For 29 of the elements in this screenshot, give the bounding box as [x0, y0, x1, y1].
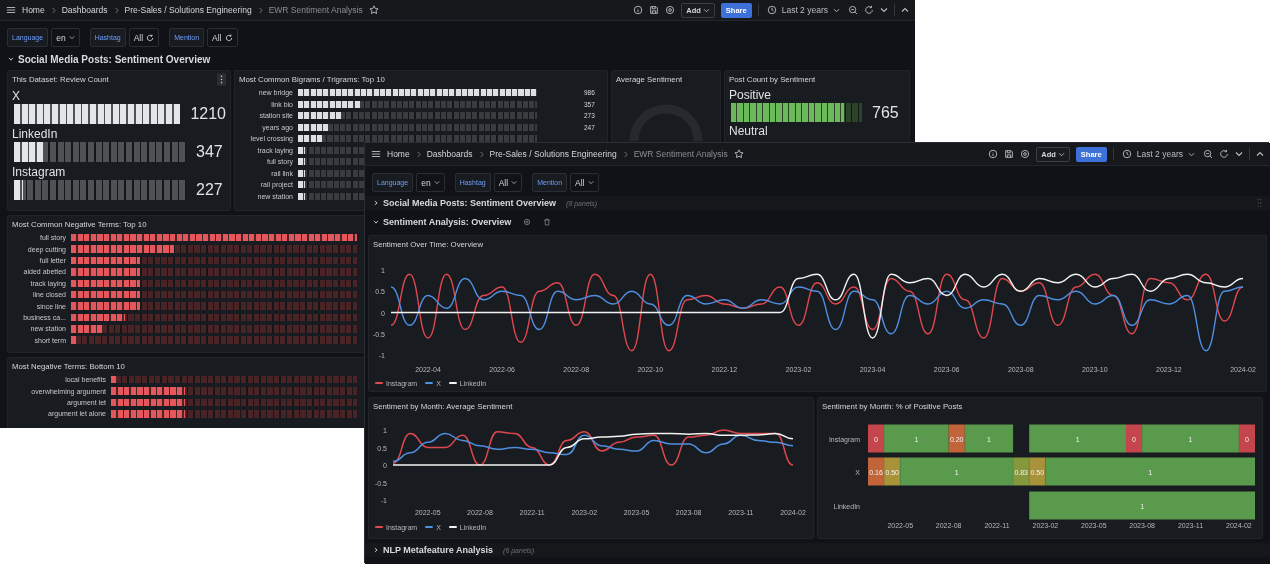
post-count: 765 [872, 103, 899, 122]
row-title[interactable]: Social Media Posts: Sentiment Overview [18, 53, 211, 65]
variable-dropdown[interactable]: All [493, 173, 523, 192]
row-title[interactable]: Sentiment Analysis: Overview [383, 217, 512, 227]
source-name: Instagram [12, 165, 67, 179]
breadcrumb-link[interactable]: EWR Sentiment Analysis [268, 5, 363, 15]
breadcrumb-link[interactable]: Home [22, 5, 45, 15]
variable-dropdown[interactable]: en [51, 28, 80, 47]
breadcrumb-link[interactable]: EWR Sentiment Analysis [633, 149, 728, 159]
sentiment-label: Neutral [729, 124, 769, 138]
time-range-picker[interactable]: Last 2 years [1119, 149, 1197, 159]
variable-dropdown[interactable]: en [416, 173, 445, 192]
breadcrumb-link[interactable]: Home [387, 149, 410, 159]
variable-dropdown[interactable]: All [570, 173, 599, 192]
breadcrumb-link[interactable]: Pre-Sales / Solutions Engineering [124, 5, 252, 15]
breadcrumb-link[interactable]: Pre-Sales / Solutions Engineering [489, 149, 617, 159]
source-name: X [12, 89, 21, 103]
time-range-picker[interactable]: Last 2 years [764, 5, 842, 15]
review-count: 227 [196, 181, 223, 199]
breadcrumb-link[interactable]: Dashboards [61, 5, 108, 15]
review-count: 347 [196, 143, 223, 161]
row-title[interactable]: Social Media Posts: Sentiment Overview [383, 198, 557, 208]
source-name: LinkedIn [12, 127, 59, 141]
variable-dropdown[interactable]: All [207, 28, 238, 47]
row-title[interactable]: NLP Metafeature Analysis [383, 545, 494, 555]
review-count: 1210 [190, 105, 226, 123]
sentiment-label: Positive [729, 88, 773, 102]
breadcrumb-link[interactable]: Dashboards [426, 149, 473, 159]
variable-dropdown[interactable]: All [128, 28, 160, 47]
